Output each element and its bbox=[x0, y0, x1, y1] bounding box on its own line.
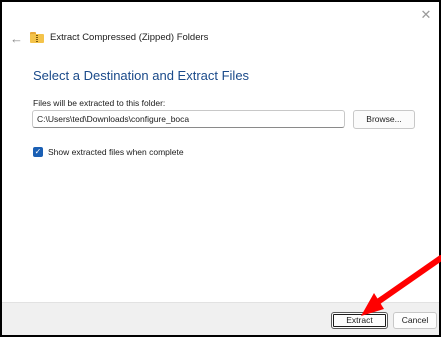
destination-path-input[interactable]: C:\Users\ted\Downloads\configure_boca bbox=[32, 110, 345, 128]
dialog-title-row: Extract Compressed (Zipped) Folders bbox=[30, 32, 208, 43]
browse-button[interactable]: Browse... bbox=[353, 110, 415, 129]
show-files-label: Show extracted files when complete bbox=[48, 147, 184, 157]
zipped-folder-icon bbox=[30, 32, 44, 43]
back-arrow-icon[interactable]: ← bbox=[10, 32, 24, 46]
dialog-title: Extract Compressed (Zipped) Folders bbox=[50, 32, 209, 43]
show-files-option[interactable]: ✓ Show extracted files when complete bbox=[33, 147, 184, 157]
cancel-button[interactable]: Cancel bbox=[393, 312, 437, 329]
show-files-checkbox[interactable]: ✓ bbox=[33, 147, 43, 157]
destination-label: Files will be extracted to this folder: bbox=[33, 98, 166, 108]
extract-button[interactable]: Extract bbox=[331, 312, 388, 329]
page-heading: Select a Destination and Extract Files bbox=[33, 68, 250, 83]
extract-dialog: ✕ ← Extract Compressed (Zipped) Folders … bbox=[0, 0, 441, 337]
close-icon[interactable]: ✕ bbox=[419, 8, 433, 22]
